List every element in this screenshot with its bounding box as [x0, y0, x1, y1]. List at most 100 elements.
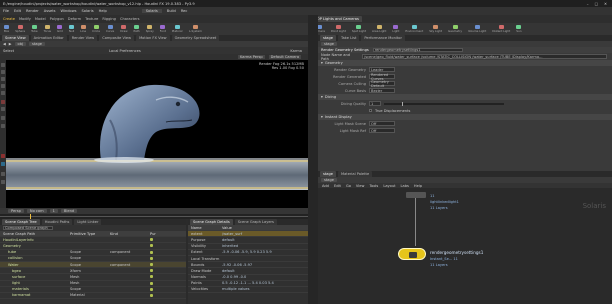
- shelf-tool-5[interactable]: Null: [69, 24, 74, 33]
- shelf-tab-modify[interactable]: Modify: [19, 17, 31, 21]
- shelf-right-tool-10[interactable]: Sun: [516, 24, 522, 33]
- shelf-tool-14[interactable]: L-System: [189, 24, 202, 33]
- shelf-tool-9[interactable]: Draw: [120, 24, 128, 33]
- shelf-tool-12[interactable]: Font: [160, 24, 166, 33]
- snap-icon[interactable]: [1, 124, 5, 128]
- menu-file[interactable]: File: [3, 9, 9, 13]
- shelf-right-tool-2[interactable]: Spot Light: [352, 24, 366, 33]
- menu-solaris[interactable]: Solaris: [82, 9, 94, 13]
- col-value[interactable]: Value: [222, 226, 302, 230]
- shelf-right-tool-4[interactable]: Light: [392, 24, 399, 33]
- visibility-icon[interactable]: [150, 269, 153, 273]
- maximize-icon[interactable]: □: [595, 2, 598, 6]
- visibility-icon[interactable]: [150, 256, 153, 260]
- node-lightlinker[interactable]: [406, 192, 426, 198]
- preferences-label[interactable]: Local Preferences: [109, 49, 141, 53]
- col-name[interactable]: Name: [188, 226, 222, 230]
- forward-icon[interactable]: ▶: [9, 42, 12, 46]
- close-icon[interactable]: ✕: [604, 2, 607, 6]
- col-purpose[interactable]: Pur: [150, 232, 170, 236]
- true-displacement-checkbox[interactable]: [369, 109, 372, 112]
- dicing-quality-field[interactable]: 1: [369, 101, 381, 106]
- shelf-tab-create[interactable]: Create: [3, 17, 15, 21]
- path-crumb-obj[interactable]: obj: [14, 41, 27, 47]
- param-menu[interactable]: Bezier: [369, 88, 395, 93]
- shelf-tool-1[interactable]: Sphere: [15, 24, 25, 33]
- visibility-icon[interactable]: [150, 293, 153, 297]
- param-menu[interactable]: Off: [369, 128, 395, 133]
- params-crumb-stage[interactable]: stage: [321, 41, 337, 47]
- shelf-tab-deform[interactable]: Deform: [68, 17, 81, 21]
- col-path[interactable]: Scene Graph Path: [0, 232, 70, 236]
- param-menu[interactable]: Off: [369, 121, 395, 126]
- shelf-right-tool-1[interactable]: Point Light: [331, 24, 346, 33]
- visibility-icon[interactable]: [150, 263, 153, 267]
- shelf-tab-rigging[interactable]: Rigging: [102, 17, 116, 21]
- shelf-right-tool-3[interactable]: Area Light: [372, 24, 386, 33]
- shelf-right-tool-5[interactable]: Environment: [405, 24, 423, 33]
- shelf-tool-7[interactable]: Circle: [92, 24, 100, 33]
- shelf-tab-texture[interactable]: Texture: [85, 17, 98, 21]
- menu-build[interactable]: Build: [167, 9, 176, 13]
- camera-menu[interactable]: Karma Persp: [238, 55, 265, 59]
- visibility-icon[interactable]: [150, 244, 153, 248]
- shelf-right-tool-7[interactable]: Geometry: [448, 24, 462, 33]
- shelf-tool-8[interactable]: Curve: [106, 24, 114, 33]
- visibility-icon[interactable]: [150, 281, 153, 285]
- shelf-tool-11[interactable]: Spray: [146, 24, 154, 33]
- scene-graph-filter[interactable]: Composed Scene graph: [3, 225, 53, 231]
- col-kind[interactable]: Kind: [110, 232, 150, 236]
- persp-menu[interactable]: Persp: [8, 208, 24, 214]
- viewport[interactable]: Render Fog 26.1s 512MB Res 1.00 Fog 0.50: [6, 60, 308, 208]
- blend-menu[interactable]: Blend: [60, 208, 78, 214]
- select-tool-label[interactable]: Select: [3, 49, 14, 53]
- network-crumb-stage[interactable]: stage: [321, 177, 337, 183]
- param-menu[interactable]: Rendered Curves: [369, 73, 395, 81]
- back-icon[interactable]: ◀: [3, 42, 6, 46]
- visibility-icon[interactable]: [150, 250, 153, 254]
- shelf-tab-characters[interactable]: Characters: [120, 17, 140, 21]
- record-icon[interactable]: [1, 154, 5, 158]
- menu-rec[interactable]: Rec: [181, 9, 188, 13]
- network-editor[interactable]: Solaris 11 lightlinkedlight1 11 Layers r…: [318, 188, 612, 304]
- shelf-tool-6[interactable]: Line: [80, 24, 86, 33]
- resolution-menu[interactable]: Default Camera: [268, 55, 302, 59]
- move-icon[interactable]: [1, 70, 5, 74]
- shelf-tool-10[interactable]: Path: [134, 24, 140, 33]
- shelf-tool-4[interactable]: Grid: [57, 24, 63, 33]
- param-menu[interactable]: Geometry Default: [369, 80, 395, 88]
- desktop-selector[interactable]: Solaris: [141, 9, 162, 13]
- globe-icon[interactable]: [1, 162, 5, 166]
- dicing-slider[interactable]: [384, 101, 504, 106]
- shelf-tool-3[interactable]: Torus: [44, 24, 51, 33]
- menu-assets[interactable]: Assets: [44, 9, 56, 13]
- node-body[interactable]: [406, 192, 426, 198]
- shelf-tab-lop-lights[interactable]: LOP Lights and Cameras: [312, 16, 362, 22]
- col-type[interactable]: Primitive Type: [70, 232, 110, 236]
- menu-render[interactable]: Render: [26, 9, 39, 13]
- pattern-field[interactable]: /scene/geo_fluid/water_surface /volume /…: [362, 54, 607, 59]
- visibility-icon[interactable]: [150, 287, 153, 291]
- shelf-right-tool-8[interactable]: Volume Light: [468, 24, 486, 33]
- visibility-icon[interactable]: [150, 275, 153, 279]
- node-rendergeometrysettings[interactable]: [398, 248, 426, 260]
- light-icon[interactable]: [1, 100, 5, 104]
- renderer-label[interactable]: Karma: [290, 49, 308, 53]
- shelf-tool-2[interactable]: Tube: [31, 24, 38, 33]
- path-crumb-stage[interactable]: stage: [29, 41, 45, 47]
- minimize-icon[interactable]: –: [587, 2, 589, 6]
- menu-help[interactable]: Help: [99, 9, 107, 13]
- select-icon[interactable]: [1, 63, 5, 67]
- lock-icon[interactable]: [1, 180, 5, 184]
- cam-menu[interactable]: No cam: [26, 208, 47, 214]
- menu-windows[interactable]: Windows: [60, 9, 76, 13]
- view-icon[interactable]: [1, 116, 5, 120]
- handle-icon[interactable]: [1, 91, 5, 95]
- menu-edit[interactable]: Edit: [14, 9, 21, 13]
- shelf-right-tool-9[interactable]: Distant Light: [492, 24, 510, 33]
- frame-field[interactable]: 1: [49, 208, 58, 214]
- detail-row[interactable]: Velocities multiple values: [188, 287, 308, 294]
- shelf-tool-13[interactable]: Platonic: [172, 24, 183, 33]
- table-row[interactable]: karmamat Material: [0, 293, 186, 300]
- pane-divider[interactable]: [308, 15, 318, 304]
